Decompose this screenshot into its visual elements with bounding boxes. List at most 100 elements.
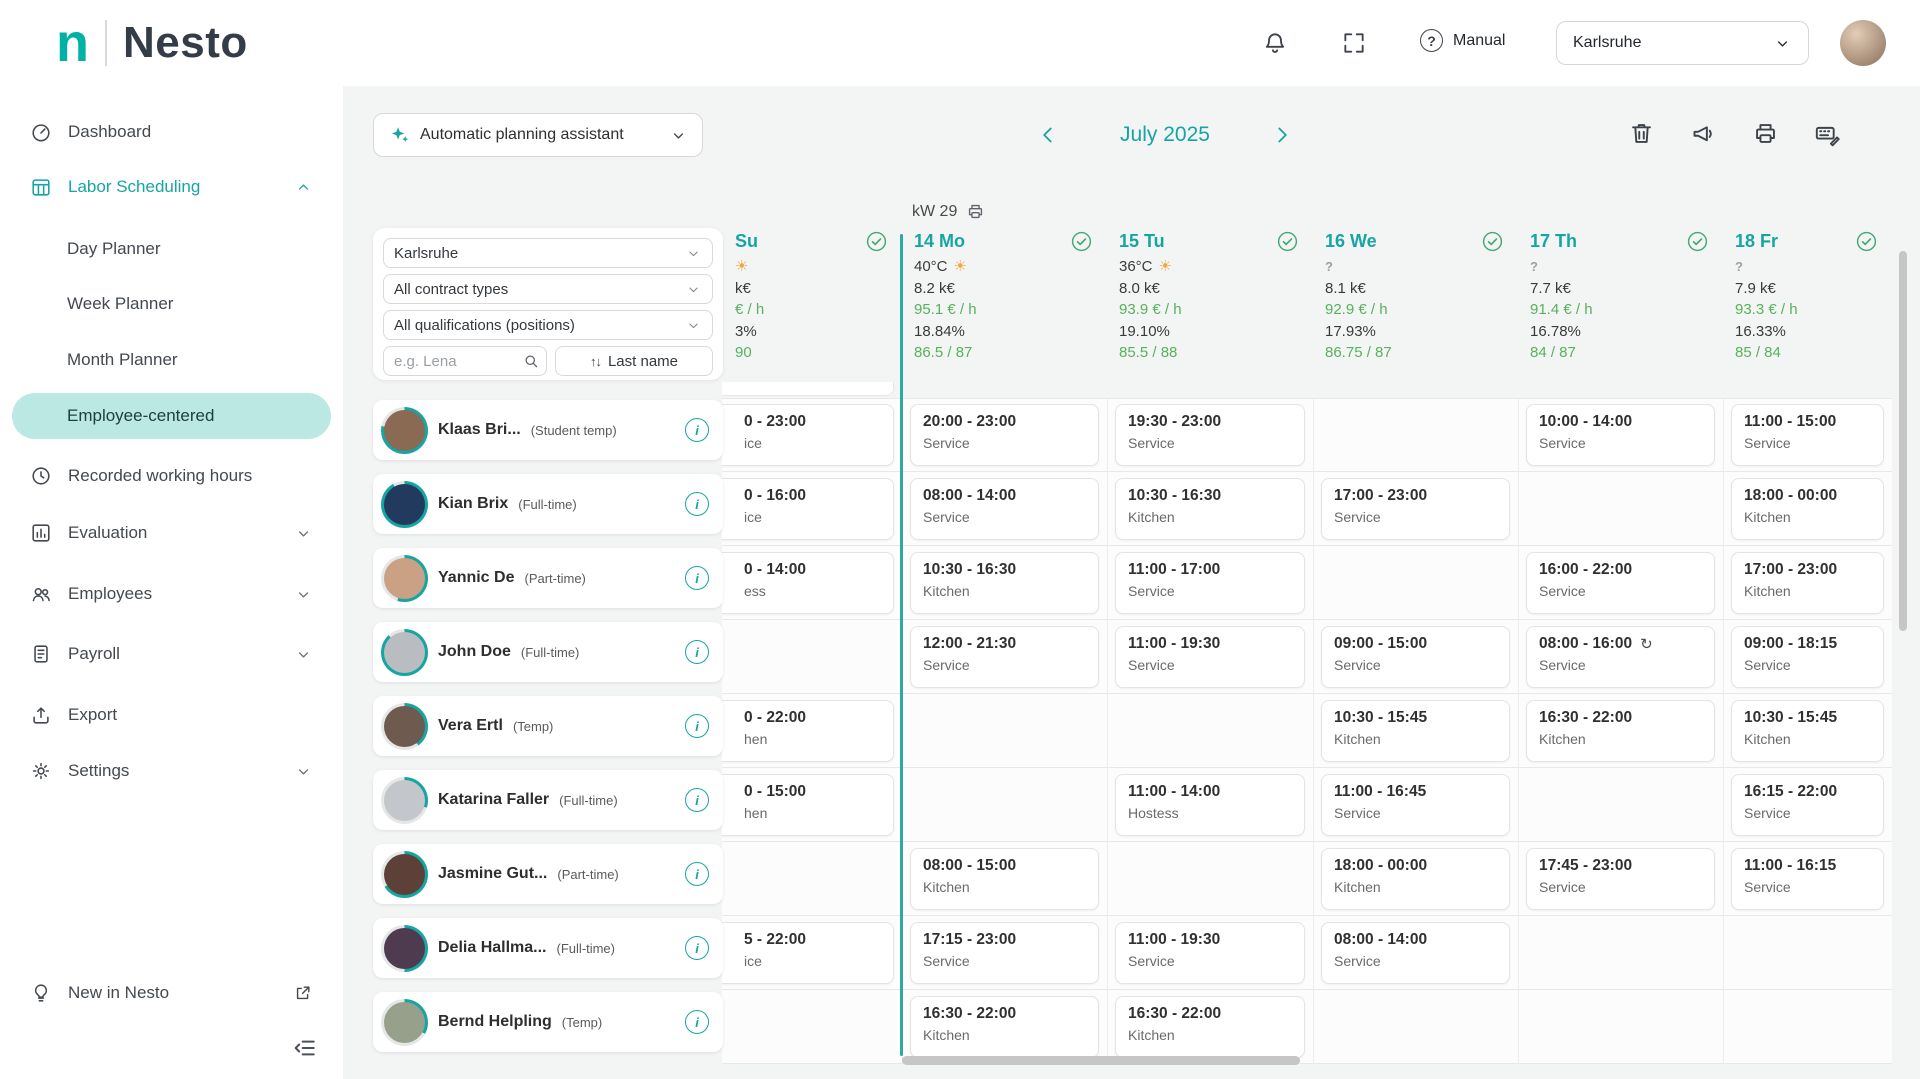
collapse-sidebar-icon[interactable] [291,1034,319,1062]
shift-card[interactable]: 16:15 - 22:00 Service [1731,774,1884,836]
sidebar-item-week-planner[interactable]: Week Planner [12,281,331,327]
employee-card[interactable]: Delia Hallma... (Full-time) i [373,918,723,978]
shift-card[interactable]: 11:00 - 14:00 Hostess [1115,774,1305,836]
shift-card-partial[interactable]: 0 - 16:00 ice [703,478,894,540]
day-label[interactable]: 18 Fr [1735,226,1778,256]
shift-card[interactable]: 20:00 - 23:00 Service [910,404,1099,466]
day-approved-icon[interactable] [865,230,888,253]
print-icon[interactable] [1752,120,1779,147]
shift-card-partial[interactable]: 0 - 22:00 hen [703,700,894,762]
month-label[interactable]: July 2025 [1120,123,1210,147]
day-approved-icon[interactable] [1070,230,1093,253]
info-icon[interactable]: i [685,862,709,886]
day-approved-icon[interactable] [1481,230,1504,253]
contract-types-select[interactable]: All contract types [383,274,713,304]
sidebar-item-day-planner[interactable]: Day Planner [12,226,331,272]
info-icon[interactable]: i [685,640,709,664]
info-icon[interactable]: i [685,492,709,516]
user-avatar[interactable] [1840,20,1886,66]
shift-card[interactable]: 18:00 - 00:00 Kitchen [1731,478,1884,540]
shift-card[interactable]: 11:00 - 15:00 Service [1731,404,1884,466]
day-approved-icon[interactable] [1276,230,1299,253]
horizontal-scrollbar[interactable] [902,1056,1300,1065]
info-icon[interactable]: i [685,936,709,960]
sidebar-item-recorded-working-hours[interactable]: Recorded working hours [12,453,331,499]
shift-card[interactable]: 09:00 - 15:00 Service [1321,626,1510,688]
search-icon[interactable] [522,352,540,370]
day-label[interactable]: 16 We [1325,226,1377,256]
location-select[interactable]: Karlsruhe [1556,21,1809,65]
shift-card[interactable]: 08:00 - 16:00↻ Service [1526,626,1715,688]
previous-month-icon[interactable] [1035,122,1061,148]
sidebar-item-payroll[interactable]: Payroll [12,631,331,677]
shift-card[interactable]: 08:00 - 14:00 Service [910,478,1099,540]
employee-card[interactable]: Kian Brix (Full-time) i [373,474,723,534]
employee-card[interactable]: Yannic De (Part-time) i [373,548,723,608]
shift-card[interactable]: 10:30 - 15:45 Kitchen [1321,700,1510,762]
shift-card[interactable]: 16:00 - 22:00 Service [1526,552,1715,614]
info-icon[interactable]: i [685,1010,709,1034]
employee-card[interactable]: Klaas Bri... (Student temp) i [373,400,723,460]
shift-card[interactable]: 09:00 - 18:15 Service [1731,626,1884,688]
keyboard-shortcuts-icon[interactable] [1814,120,1841,147]
info-icon[interactable]: i [685,788,709,812]
shift-card[interactable]: 10:30 - 16:30 Kitchen [910,552,1099,614]
day-label[interactable]: Su [735,226,758,256]
shift-card[interactable]: 12:00 - 21:30 Service [910,626,1099,688]
shift-card[interactable]: 11:00 - 16:15 Service [1731,848,1884,910]
vertical-scrollbar[interactable] [1899,251,1907,631]
shift-card[interactable]: 17:00 - 23:00 Kitchen [1731,552,1884,614]
sidebar-item-evaluation[interactable]: Evaluation [12,510,331,556]
day-approved-icon[interactable] [1855,230,1878,253]
shift-card[interactable]: 16:30 - 22:00 Kitchen [1115,996,1305,1058]
delete-icon[interactable] [1628,120,1655,147]
shift-card[interactable]: 10:00 - 14:00 Service [1526,404,1715,466]
shift-card-partial[interactable]: 5 - 22:00 ice [703,922,894,984]
sidebar-item-employees[interactable]: Employees [12,571,331,617]
shift-card[interactable]: 10:30 - 16:30 Kitchen [1115,478,1305,540]
sidebar-item-labor-scheduling[interactable]: Labor Scheduling [12,164,331,210]
shift-card-partial[interactable]: 0 - 14:00 ess [703,552,894,614]
shift-card[interactable]: 11:00 - 17:00 Service [1115,552,1305,614]
notifications-bell-icon[interactable] [1262,30,1288,56]
location-filter-select[interactable]: Karlsruhe [383,238,713,268]
shift-card[interactable]: 17:45 - 23:00 Service [1526,848,1715,910]
fullscreen-icon[interactable] [1341,30,1367,56]
sidebar-item-dashboard[interactable]: Dashboard [12,109,331,155]
shift-card-partial[interactable]: 0 - 23:00 ice [703,404,894,466]
shift-card[interactable]: 19:30 - 23:00 Service [1115,404,1305,466]
day-label[interactable]: 14 Mo [914,226,965,256]
day-label[interactable]: 15 Tu [1119,226,1165,256]
shift-card[interactable]: 11:00 - 19:30 Service [1115,922,1305,984]
sort-by-last-name-button[interactable]: ↑↓ Last name [555,346,713,376]
sidebar-item-month-planner[interactable]: Month Planner [12,337,331,383]
info-icon[interactable]: i [685,566,709,590]
employee-card[interactable]: Jasmine Gut... (Part-time) i [373,844,723,904]
shift-card[interactable]: 18:00 - 00:00 Kitchen [1321,848,1510,910]
shift-card[interactable]: 10:30 - 15:45 Kitchen [1731,700,1884,762]
day-label[interactable]: 17 Th [1530,226,1577,256]
shift-card[interactable]: 08:00 - 14:00 Service [1321,922,1510,984]
day-approved-icon[interactable] [1686,230,1709,253]
sidebar-item-settings[interactable]: Settings [12,748,331,794]
planning-assistant-button[interactable]: Automatic planning assistant [373,113,703,157]
shift-card[interactable]: 11:00 - 16:45 Service [1321,774,1510,836]
employee-card[interactable]: Katarina Faller (Full-time) i [373,770,723,830]
shift-card[interactable]: 16:30 - 22:00 Kitchen [1526,700,1715,762]
info-icon[interactable]: i [685,714,709,738]
new-in-nesto-button[interactable]: New in Nesto [12,970,331,1016]
shift-card[interactable]: 08:00 - 15:00 Kitchen [910,848,1099,910]
info-icon[interactable]: i [685,418,709,442]
shift-card[interactable]: 11:00 - 19:30 Service [1115,626,1305,688]
qualifications-select[interactable]: All qualifications (positions) [383,310,713,340]
print-week-icon[interactable] [966,202,985,221]
announcement-icon[interactable] [1690,120,1717,147]
sidebar-item-export[interactable]: Export [12,692,331,738]
shift-card-partial[interactable]: 0 - 15:00 hen [703,774,894,836]
shift-card[interactable]: 17:00 - 23:00 Service [1321,478,1510,540]
next-month-icon[interactable] [1269,122,1295,148]
shift-card[interactable]: 17:15 - 23:00 Service [910,922,1099,984]
sidebar-item-employee-centered[interactable]: Employee-centered [12,393,331,439]
employee-card[interactable]: John Doe (Full-time) i [373,622,723,682]
employee-card[interactable]: Vera Ertl (Temp) i [373,696,723,756]
